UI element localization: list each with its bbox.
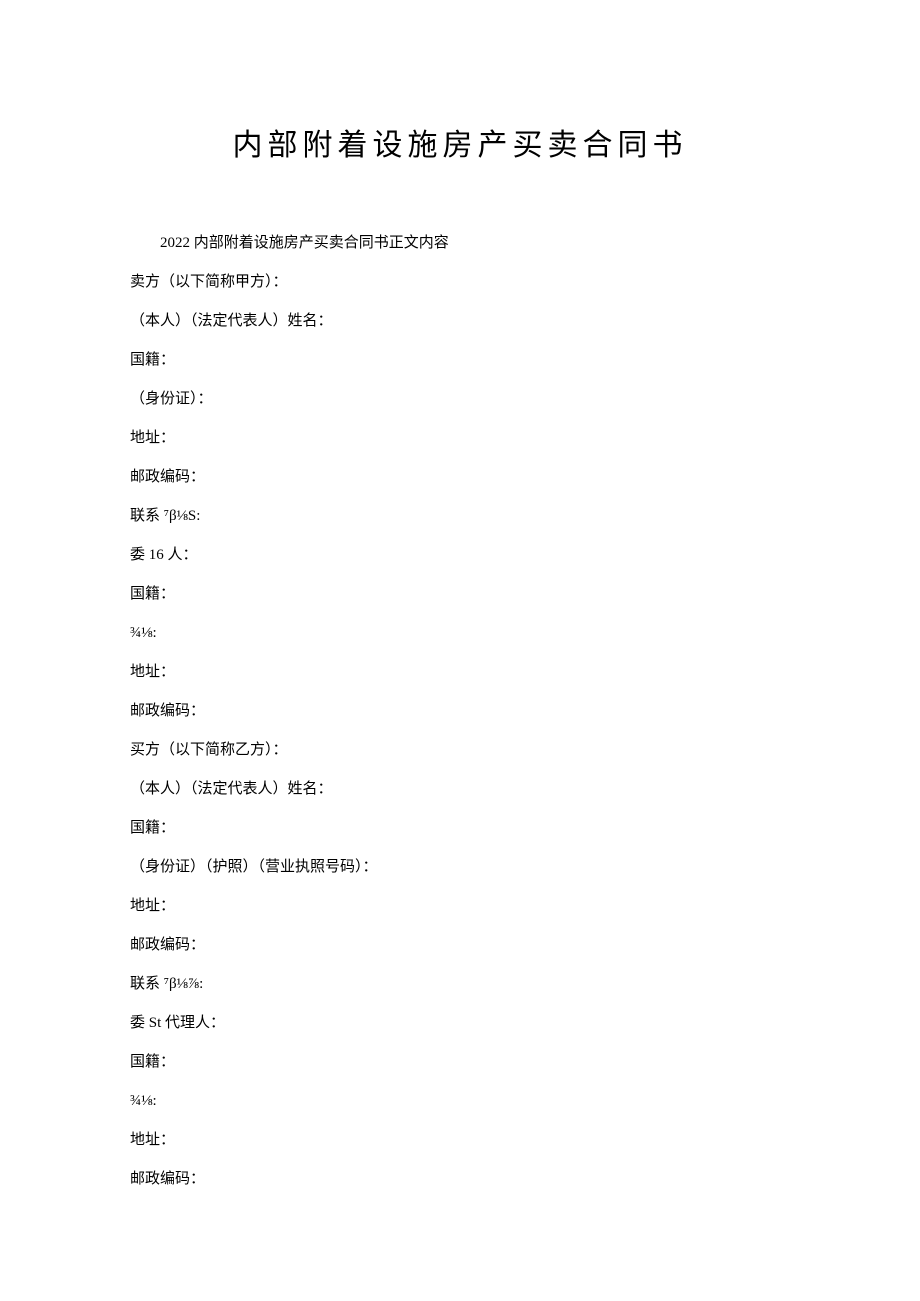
text-line: 联系 ⁷β⅛S: (130, 497, 790, 536)
text-line: 地址： (130, 653, 790, 692)
text-line: 邮政编码： (130, 692, 790, 731)
text-line: 邮政编码： (130, 458, 790, 497)
text-line: 国籍： (130, 575, 790, 614)
text-line: 邮政编码： (130, 1160, 790, 1199)
text-line: （身份证）： (130, 380, 790, 419)
text-line: （本人）（法定代表人）姓名： (130, 770, 790, 809)
text-line: 国籍： (130, 341, 790, 380)
text-line: ¾⅛: (130, 614, 790, 653)
text-line: 委 St 代理人： (130, 1004, 790, 1043)
text-line: 委 16 人： (130, 536, 790, 575)
text-line: 国籍： (130, 809, 790, 848)
text-line: 买方（以下简称乙方）： (130, 731, 790, 770)
document-subtitle: 2022 内部附着设施房产买卖合同书正文内容 (130, 224, 790, 263)
text-line: （本人）（法定代表人）姓名： (130, 302, 790, 341)
text-line: 国籍： (130, 1043, 790, 1082)
text-line: 地址： (130, 887, 790, 926)
text-line: 卖方（以下简称甲方）： (130, 263, 790, 302)
text-line: ¾⅛: (130, 1082, 790, 1121)
document-title: 内部附着设施房产买卖合同书 (130, 120, 790, 164)
text-line: 地址： (130, 419, 790, 458)
text-line: （身份证）（护照）（营业执照号码）： (130, 848, 790, 887)
text-line: 邮政编码： (130, 926, 790, 965)
text-line: 地址： (130, 1121, 790, 1160)
text-line: 联系 ⁷β⅛⅞: (130, 965, 790, 1004)
